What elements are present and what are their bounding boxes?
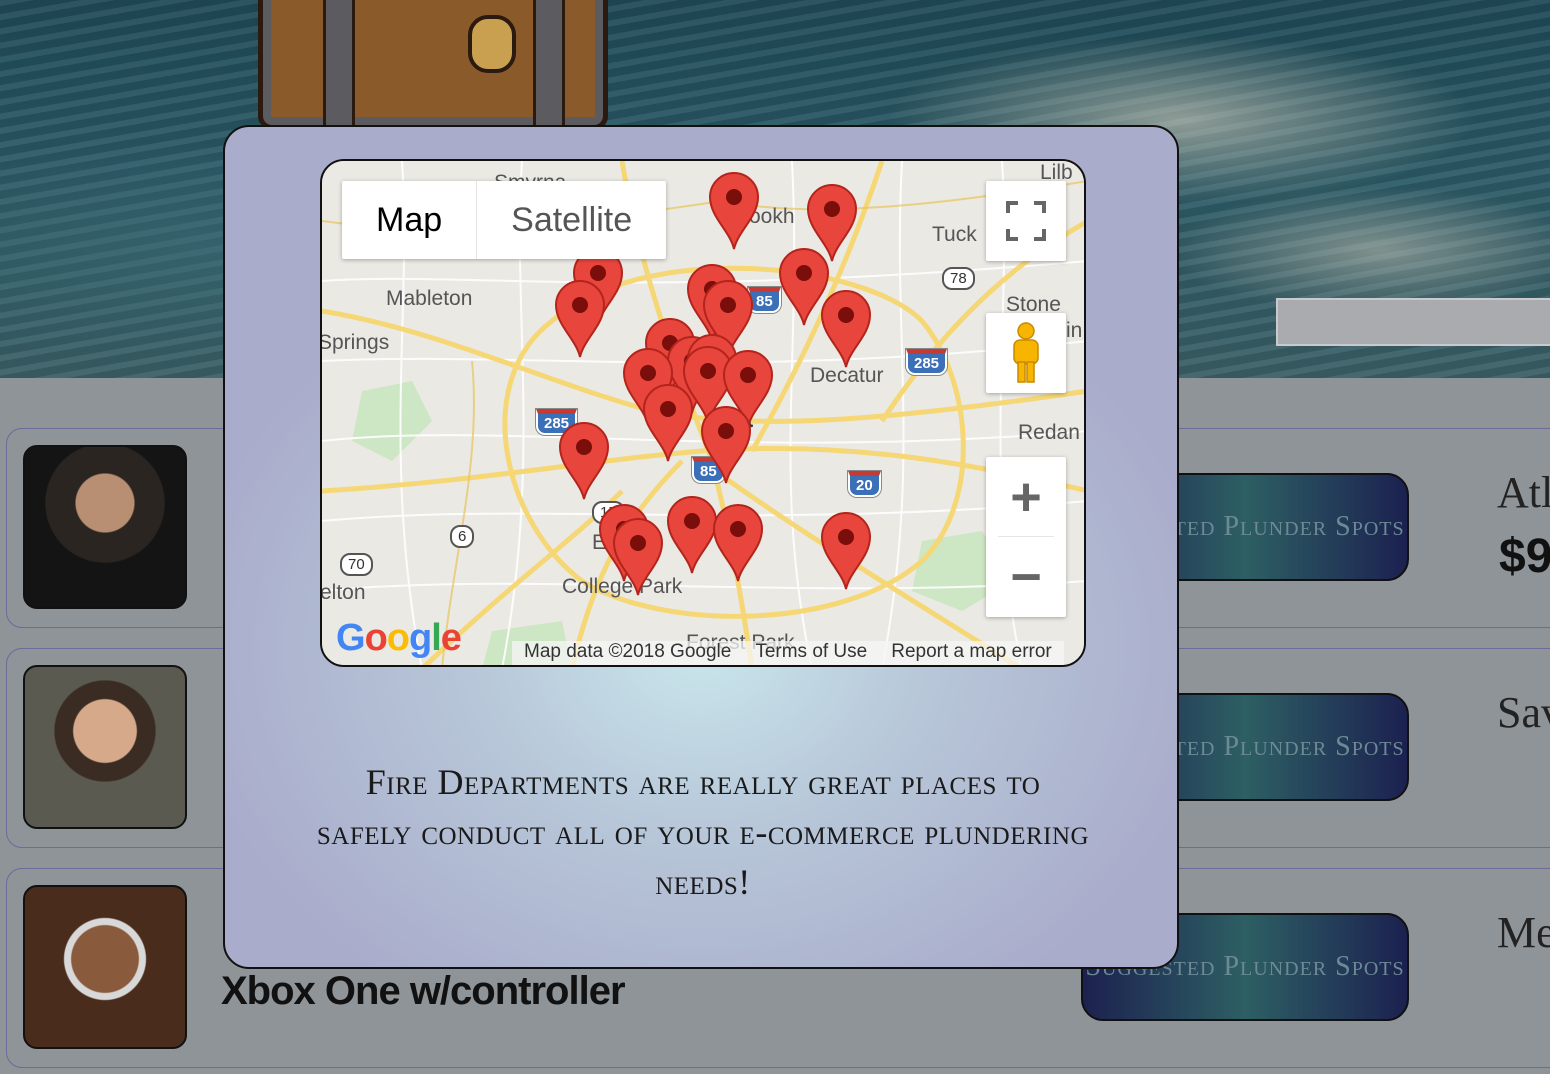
- state-route-shield: 70: [340, 553, 373, 576]
- map-marker-pin[interactable]: [700, 405, 752, 485]
- zoom-divider: [998, 536, 1054, 537]
- google-logo[interactable]: Google: [336, 617, 462, 660]
- map-marker-pin[interactable]: [558, 421, 610, 501]
- us-route-shield: 78: [942, 267, 975, 290]
- map-marker-pin[interactable]: [712, 503, 764, 583]
- zoom-out-button[interactable]: −: [986, 537, 1066, 617]
- map-type-satellite-button[interactable]: Satellite: [477, 181, 666, 259]
- map-marker-pin[interactable]: [666, 495, 718, 575]
- google-map[interactable]: Mableton Springs Decatur Stone Redan Tuc…: [320, 159, 1086, 667]
- zoom-control: + −: [986, 457, 1066, 617]
- map-marker-pin[interactable]: [642, 383, 694, 463]
- map-marker-pin[interactable]: [612, 517, 664, 597]
- place-label-elton: elton: [320, 581, 366, 604]
- map-marker-pin[interactable]: [820, 289, 872, 369]
- map-type-map-button[interactable]: Map: [342, 181, 478, 259]
- map-marker-pin[interactable]: [820, 511, 872, 591]
- modal-caption: Fire Departments are really great places…: [316, 762, 1090, 902]
- place-label-mableton: Mableton: [386, 287, 473, 310]
- street-view-pegman-button[interactable]: [986, 313, 1066, 393]
- place-label-in: in: [1066, 319, 1083, 342]
- terms-of-use-link[interactable]: Terms of Use: [743, 641, 879, 665]
- place-label-tucker: Tuck: [932, 223, 977, 246]
- map-data-credit: Map data ©2018 Google: [524, 641, 732, 662]
- map-attribution: Map data ©2018 Google Terms of Use Repor…: [512, 641, 1064, 665]
- place-label-redan: Redan: [1018, 421, 1080, 444]
- fullscreen-button[interactable]: [986, 181, 1066, 261]
- place-label-springs: Springs: [320, 331, 390, 354]
- zoom-in-button[interactable]: +: [986, 457, 1066, 537]
- state-route-shield: 6: [450, 525, 475, 548]
- plunder-spots-modal: Mableton Springs Decatur Stone Redan Tuc…: [223, 125, 1179, 969]
- fullscreen-icon: [1006, 201, 1046, 241]
- map-marker-pin[interactable]: [554, 279, 606, 359]
- interstate-shield: 285: [906, 349, 948, 375]
- report-map-error-link[interactable]: Report a map error: [879, 641, 1064, 665]
- map-type-control: Map Satellite: [342, 181, 667, 259]
- pegman-icon: [1013, 322, 1039, 383]
- interstate-shield: 20: [848, 471, 881, 497]
- map-marker-pin[interactable]: [708, 171, 760, 251]
